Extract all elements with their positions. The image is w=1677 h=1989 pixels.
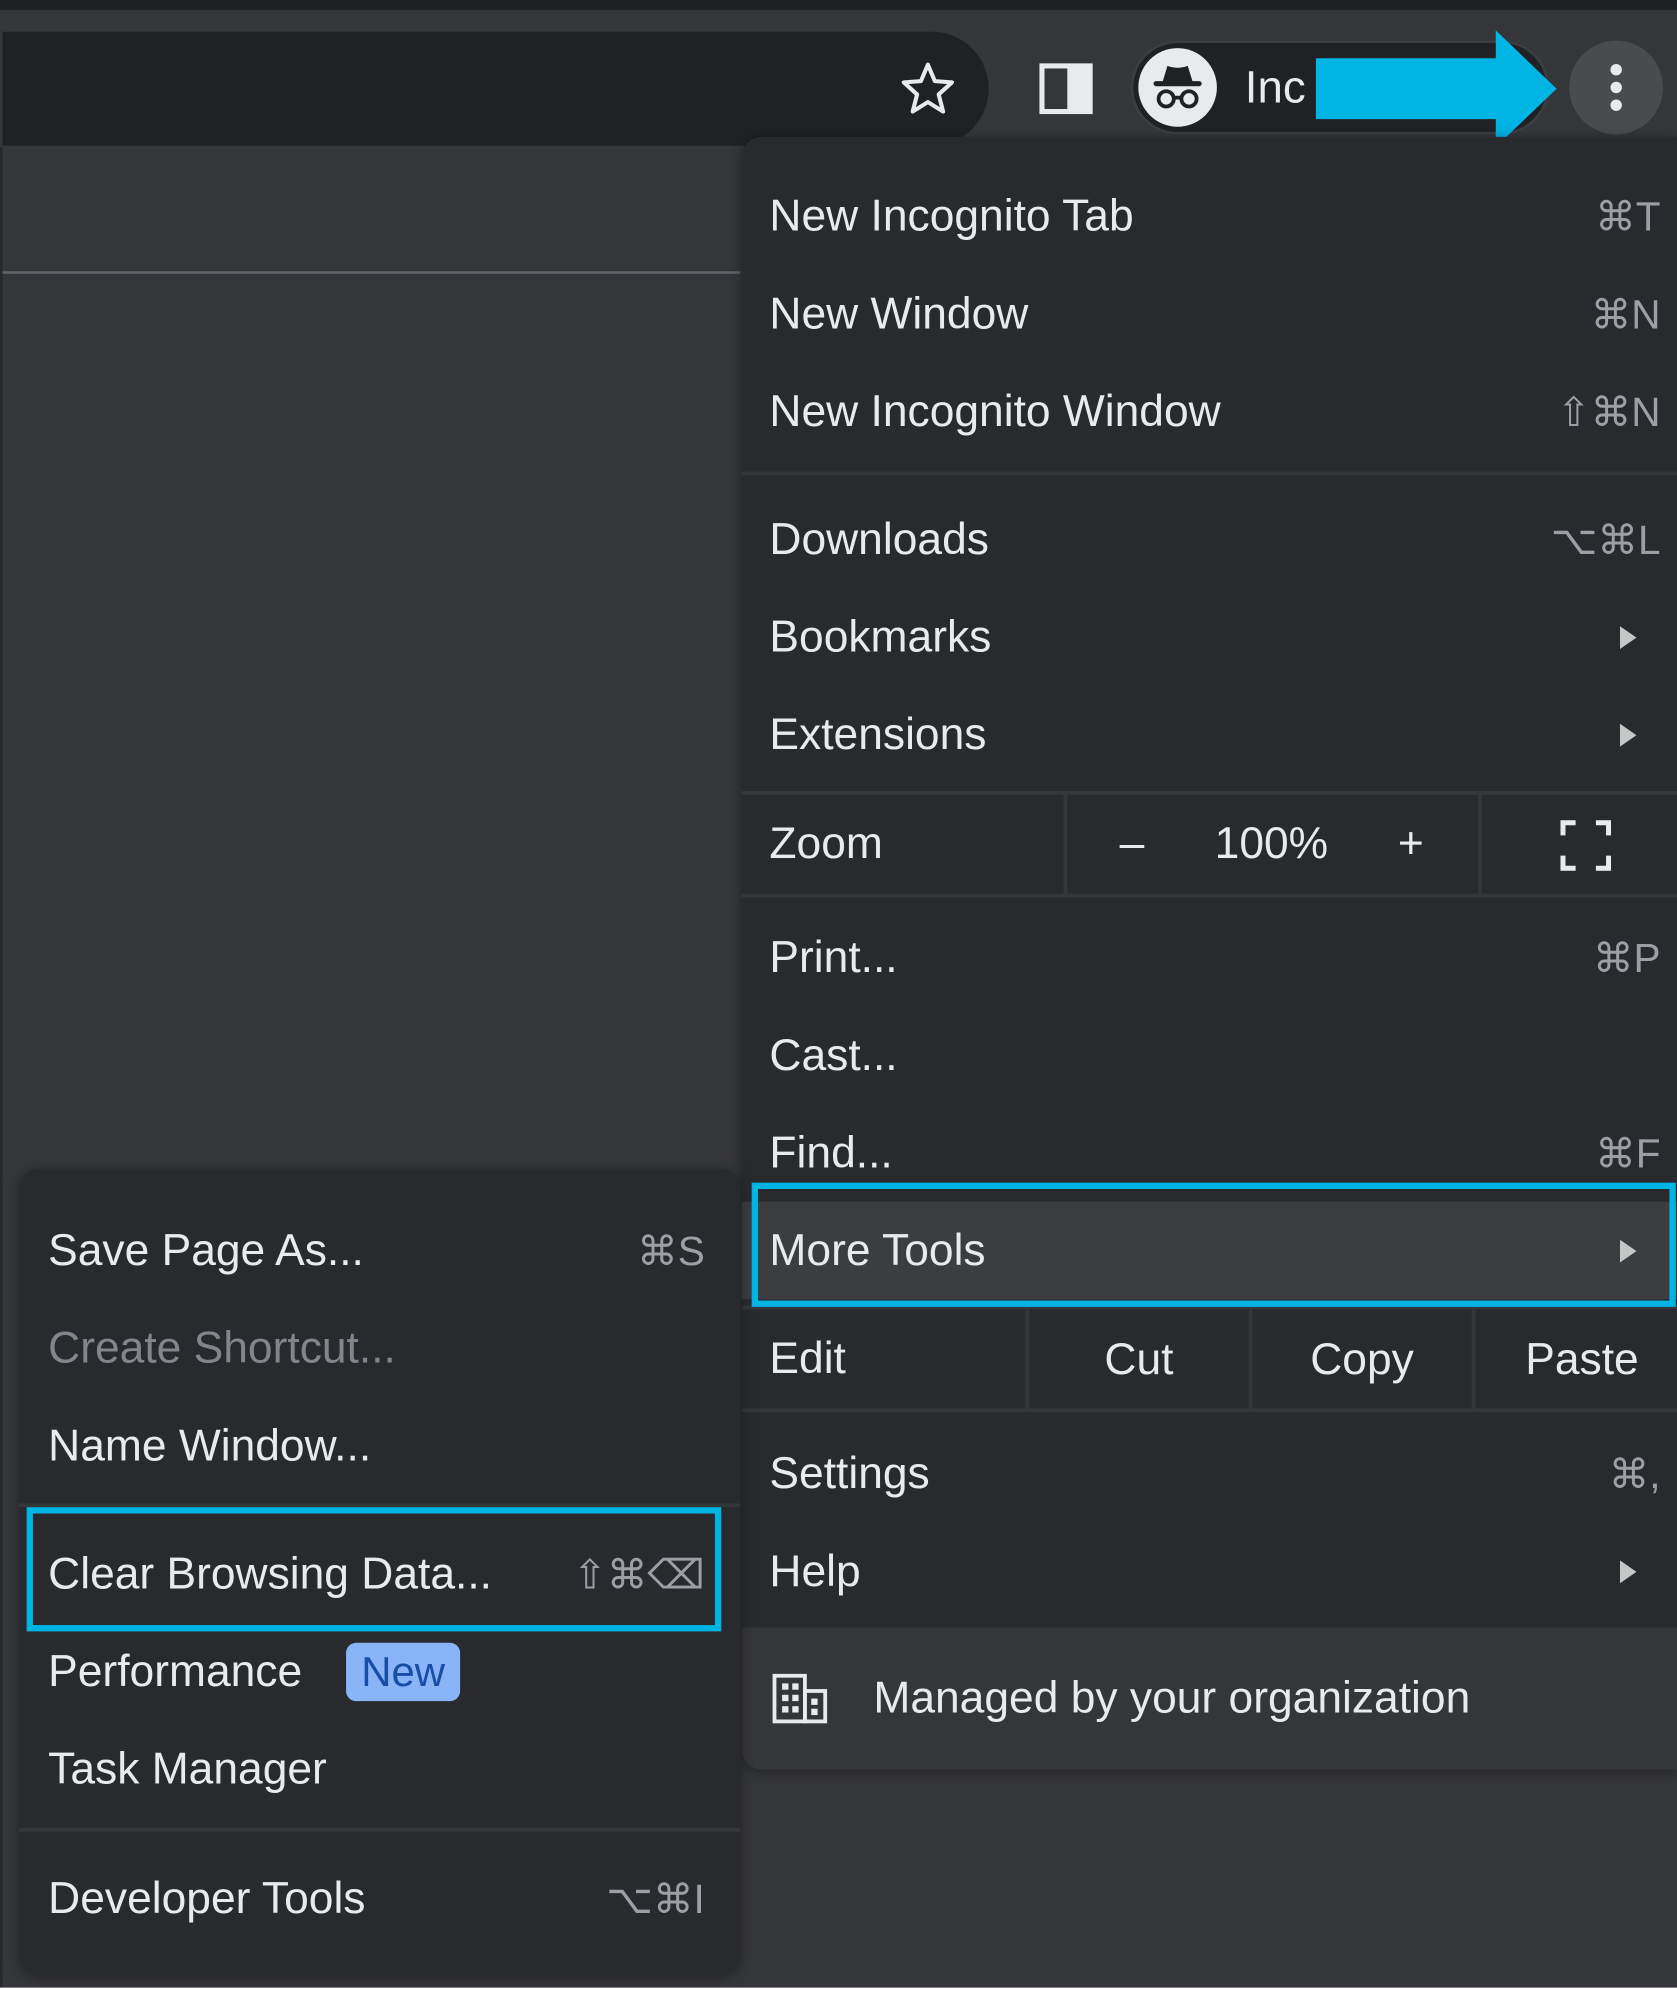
menu-item-new-incognito-window[interactable]: New Incognito Window ⇧⌘N	[742, 363, 1677, 461]
menu-item-downloads[interactable]: Downloads ⌥⌘L	[742, 491, 1677, 589]
chrome-main-menu: New Incognito Tab ⌘T New Window ⌘N New I…	[741, 136, 1677, 1770]
zoom-level: 100%	[1214, 818, 1329, 869]
address-bar[interactable]	[2, 31, 989, 146]
menu-item-label: Save Page As...	[48, 1225, 364, 1275]
menu-item-performance[interactable]: Performance New	[19, 1623, 740, 1721]
browser-window: Inc New Incognito Tab ⌘T New Window ⌘N N…	[0, 0, 1677, 1988]
menu-separator	[19, 1827, 741, 1832]
menu-item-settings[interactable]: Settings ⌘,	[742, 1425, 1677, 1523]
menu-item-shortcut: ⌘F	[1595, 1130, 1661, 1176]
menu-item-shortcut: ⌘N	[1590, 290, 1661, 337]
menu-item-help[interactable]: Help	[742, 1522, 1677, 1620]
menu-item-label: Task Manager	[48, 1743, 327, 1794]
menu-item-label: Help	[769, 1545, 861, 1596]
submenu-arrow-icon	[1619, 1559, 1637, 1583]
menu-item-label: New Incognito Tab	[769, 190, 1134, 241]
edit-label: Edit	[769, 1333, 846, 1383]
menu-item-new-window[interactable]: New Window ⌘N	[742, 265, 1677, 363]
highlight-more-tools	[751, 1182, 1676, 1307]
menu-item-label: New Window	[769, 288, 1029, 338]
submenu-arrow-icon	[1619, 723, 1637, 746]
menu-item-extensions[interactable]: Extensions	[742, 686, 1677, 784]
menu-item-shortcut: ⌘T	[1595, 193, 1661, 239]
menu-item-task-manager[interactable]: Task Manager	[19, 1720, 740, 1818]
zoom-in-button[interactable]: +	[1385, 819, 1436, 870]
building-icon	[772, 1673, 828, 1724]
copy-button[interactable]: Copy	[1252, 1335, 1471, 1386]
paste-button[interactable]: Paste	[1475, 1335, 1677, 1386]
three-dot-menu-icon	[1610, 64, 1622, 111]
menu-item-label: Downloads	[769, 514, 989, 564]
menu-item-label: Find...	[769, 1127, 893, 1177]
profile-label: Inc	[1244, 60, 1306, 113]
menu-item-label: Name Window...	[48, 1420, 372, 1470]
zoom-divider	[1478, 794, 1482, 894]
menu-item-cast[interactable]: Cast...	[742, 1006, 1677, 1104]
window-left-edge	[0, 147, 3, 1988]
menu-item-shortcut: ⌘S	[637, 1227, 705, 1274]
highlight-clear-browsing-data	[26, 1507, 722, 1632]
managed-by-org-item[interactable]: Managed by your organization	[741, 1627, 1677, 1770]
submenu-arrow-icon	[1619, 625, 1637, 649]
zoom-label: Zoom	[769, 818, 883, 869]
menu-item-label: New Incognito Window	[769, 385, 1221, 436]
menu-item-name-window[interactable]: Name Window...	[19, 1397, 740, 1495]
side-panel-icon[interactable]	[1037, 61, 1095, 117]
menu-item-label: Extensions	[769, 709, 987, 759]
menu-item-print[interactable]: Print... ⌘P	[742, 909, 1677, 1007]
menu-item-shortcut: ⌥⌘I	[606, 1875, 705, 1922]
menu-item-shortcut: ⌘P	[1592, 934, 1661, 981]
menu-item-save-page-as[interactable]: Save Page As... ⌘S	[19, 1202, 740, 1300]
zoom-divider	[1063, 794, 1068, 894]
menu-item-shortcut: ⌥⌘L	[1550, 516, 1661, 563]
menu-item-bookmarks[interactable]: Bookmarks	[742, 588, 1677, 686]
page-divider	[2, 271, 741, 274]
menu-separator	[741, 1408, 1677, 1413]
zoom-out-button[interactable]: –	[1107, 819, 1158, 870]
menu-item-label: Developer Tools	[48, 1872, 366, 1923]
incognito-icon	[1138, 48, 1217, 127]
annotation-arrow-icon	[1315, 30, 1557, 148]
menu-item-label: Settings	[769, 1448, 930, 1498]
menu-item-shortcut: ⇧⌘N	[1556, 388, 1661, 435]
three-dot-menu-button[interactable]	[1569, 40, 1664, 135]
managed-label: Managed by your organization	[873, 1673, 1471, 1723]
menu-item-label: Cast...	[769, 1029, 898, 1080]
menu-item-developer-tools[interactable]: Developer Tools ⌥⌘I	[19, 1849, 740, 1947]
menu-item-new-incognito-tab[interactable]: New Incognito Tab ⌘T	[742, 167, 1677, 265]
menu-item-label: Create Shortcut...	[48, 1322, 396, 1373]
fullscreen-icon[interactable]	[1560, 820, 1612, 871]
window-top-edge	[0, 0, 1677, 11]
new-badge: New	[346, 1642, 461, 1701]
menu-item-shortcut: ⌘,	[1608, 1450, 1661, 1497]
menu-item-label: Bookmarks	[769, 611, 992, 662]
menu-item-label: Performance	[48, 1645, 303, 1696]
menu-item-create-shortcut: Create Shortcut...	[19, 1299, 740, 1397]
star-icon[interactable]	[897, 58, 958, 119]
menu-separator	[741, 893, 1677, 898]
menu-separator	[741, 471, 1677, 476]
cut-button[interactable]: Cut	[1029, 1335, 1248, 1386]
menu-item-label: Print...	[769, 932, 898, 982]
